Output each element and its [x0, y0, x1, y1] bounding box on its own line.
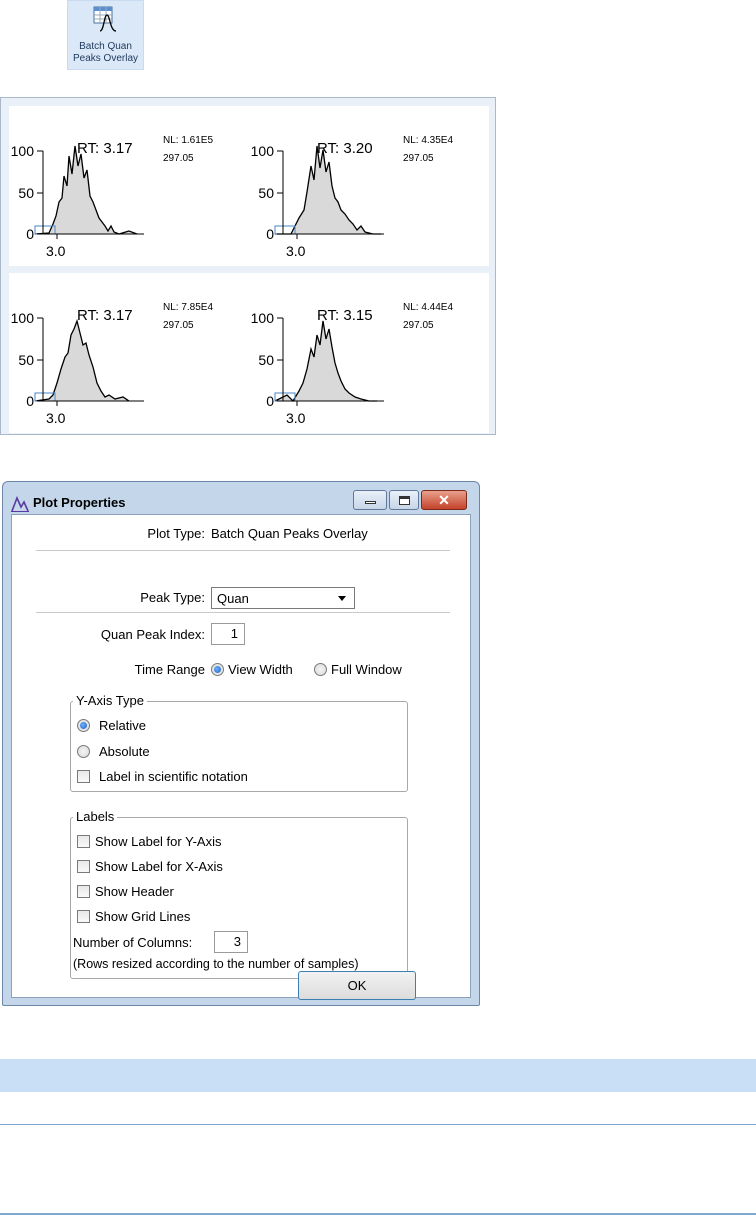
maximize-button[interactable] [389, 490, 419, 510]
show-grid-lines-checkbox[interactable] [77, 910, 90, 923]
close-button[interactable]: ✕ [421, 490, 467, 510]
show-label-y-checkbox[interactable] [77, 835, 90, 848]
peak-area [275, 146, 381, 234]
nl-value: NL: 1.61E5 [163, 135, 214, 146]
time-range-label: Time Range [134, 662, 205, 677]
chromatogram-cell: 100 50 0 3.0 RT: 3.15 NL: 4.44E4 297.05 [249, 273, 489, 433]
number-of-columns-label: Number of Columns: [73, 935, 193, 950]
x-tick-label: 3.0 [286, 243, 306, 259]
close-icon: ✕ [438, 492, 450, 508]
peak-area [35, 321, 137, 401]
normalization-level: NL: 4.35E4 297.05 [403, 132, 453, 168]
number-of-columns-input[interactable]: 3 [214, 931, 248, 953]
retention-time: RT: 3.15 [317, 307, 373, 324]
nl-value: NL: 4.35E4 [403, 135, 454, 146]
y-tick-label: 100 [11, 310, 35, 326]
y-tick-label: 50 [18, 185, 34, 201]
plot-type-value: Batch Quan Peaks Overlay [211, 526, 368, 541]
plot-properties-dialog: Plot Properties ✕ Plot Type: Batch Quan … [2, 481, 480, 1006]
dialog-client: Plot Type: Batch Quan Peaks Overlay Peak… [11, 514, 471, 1000]
y-tick-label: 50 [258, 352, 274, 368]
time-range-full-window-radio[interactable] [314, 663, 327, 676]
batch-quan-peaks-overlay-button[interactable]: Batch Quan Peaks Overlay [67, 0, 144, 70]
y-axis-relative-label: Relative [99, 718, 146, 733]
y-tick-label: 50 [18, 352, 34, 368]
show-header-checkbox[interactable] [77, 885, 90, 898]
time-range-view-width-label: View Width [228, 662, 293, 677]
mz-value: 297.05 [163, 320, 194, 331]
labels-legend: Labels [73, 809, 118, 824]
x-tick-label: 3.0 [46, 243, 66, 259]
nl-value: NL: 7.85E4 [163, 302, 214, 313]
plot-properties-icon [11, 496, 29, 512]
peaks-overlay-icon [93, 6, 117, 32]
ribbon-label-line1: Batch Quan [79, 41, 132, 52]
dialog-title: Plot Properties [33, 495, 126, 510]
chromatogram-plot: 100 50 0 3.0 [251, 310, 384, 426]
separator-2 [36, 612, 450, 613]
separator-1 [36, 550, 450, 551]
scientific-notation-checkbox[interactable] [77, 770, 90, 783]
retention-time: RT: 3.17 [77, 140, 133, 157]
show-label-y-label: Show Label for Y-Axis [95, 834, 222, 849]
chromatogram-cell: 100 50 0 3.0 RT: 3.20 NL: 4.35E4 297.05 [249, 106, 489, 266]
table-rule-1 [0, 1124, 756, 1125]
labels-group: Labels Show Label for Y-Axis Show Label … [70, 809, 408, 979]
ok-button[interactable]: OK [298, 971, 416, 1000]
time-range-view-width-radio[interactable] [211, 663, 224, 676]
time-range-full-window-label: Full Window [331, 662, 402, 677]
retention-time: RT: 3.20 [317, 140, 373, 157]
chevron-down-icon [338, 596, 346, 601]
y-tick-label: 100 [251, 143, 275, 159]
y-tick-label: 0 [266, 393, 274, 409]
peak-type-select[interactable]: Quan [211, 587, 355, 609]
normalization-level: NL: 7.85E4 297.05 [163, 299, 213, 335]
show-header-label: Show Header [95, 884, 174, 899]
maximize-icon [399, 496, 410, 505]
chromatogram-cell: 100 50 0 3.0 RT: 3.17 NL: 1.61E5 297.05 [9, 106, 249, 266]
peak-type-selected: Quan [217, 591, 249, 606]
show-grid-lines-label: Show Grid Lines [95, 909, 191, 924]
ribbon-label-line2: Peaks Overlay [72, 53, 139, 64]
y-tick-label: 0 [26, 226, 34, 242]
chromatogram-plot: 100 50 0 3.0 [251, 143, 384, 259]
minimize-button[interactable] [353, 490, 387, 510]
y-tick-label: 100 [251, 310, 275, 326]
peaks-overlay-panel: 100 50 0 3.0 RT: 3.17 NL: 1.61E5 297.05 [0, 97, 496, 435]
peak-type-label: Peak Type: [140, 590, 205, 605]
peak-area [35, 146, 137, 234]
y-tick-label: 0 [266, 226, 274, 242]
y-axis-relative-radio[interactable] [77, 719, 90, 732]
chromatogram-cell: 100 50 0 3.0 RT: 3.17 NL: 7.85E4 297.05 [9, 273, 249, 433]
rows-note: (Rows resized according to the number of… [73, 957, 359, 971]
y-axis-absolute-radio[interactable] [77, 745, 90, 758]
normalization-level: NL: 1.61E5 297.05 [163, 132, 213, 168]
quan-peak-index-input[interactable]: 1 [211, 623, 245, 645]
chromatogram-plot: 100 50 0 3.0 [11, 143, 144, 259]
y-tick-label: 100 [11, 143, 35, 159]
y-tick-label: 0 [26, 393, 34, 409]
peak-area [275, 321, 377, 401]
minimize-icon [365, 501, 376, 504]
mz-value: 297.05 [403, 153, 434, 164]
nl-value: NL: 4.44E4 [403, 302, 454, 313]
quan-peak-index-label: Quan Peak Index: [100, 627, 205, 642]
retention-time: RT: 3.17 [77, 307, 133, 324]
show-label-x-label: Show Label for X-Axis [95, 859, 223, 874]
chromatogram-plot: 100 50 0 3.0 [11, 310, 144, 426]
y-axis-type-group: Y-Axis Type Relative Absolute Label in s… [70, 693, 408, 792]
plot-type-label: Plot Type: [147, 526, 205, 541]
mz-value: 297.05 [163, 153, 194, 164]
mz-value: 297.05 [403, 320, 434, 331]
normalization-level: NL: 4.44E4 297.05 [403, 299, 453, 335]
table-header-band [0, 1059, 756, 1092]
y-axis-type-legend: Y-Axis Type [73, 693, 147, 708]
show-label-x-checkbox[interactable] [77, 860, 90, 873]
y-axis-absolute-label: Absolute [99, 744, 150, 759]
scientific-notation-label: Label in scientific notation [99, 769, 248, 784]
x-tick-label: 3.0 [46, 410, 66, 426]
y-tick-label: 50 [258, 185, 274, 201]
x-tick-label: 3.0 [286, 410, 306, 426]
